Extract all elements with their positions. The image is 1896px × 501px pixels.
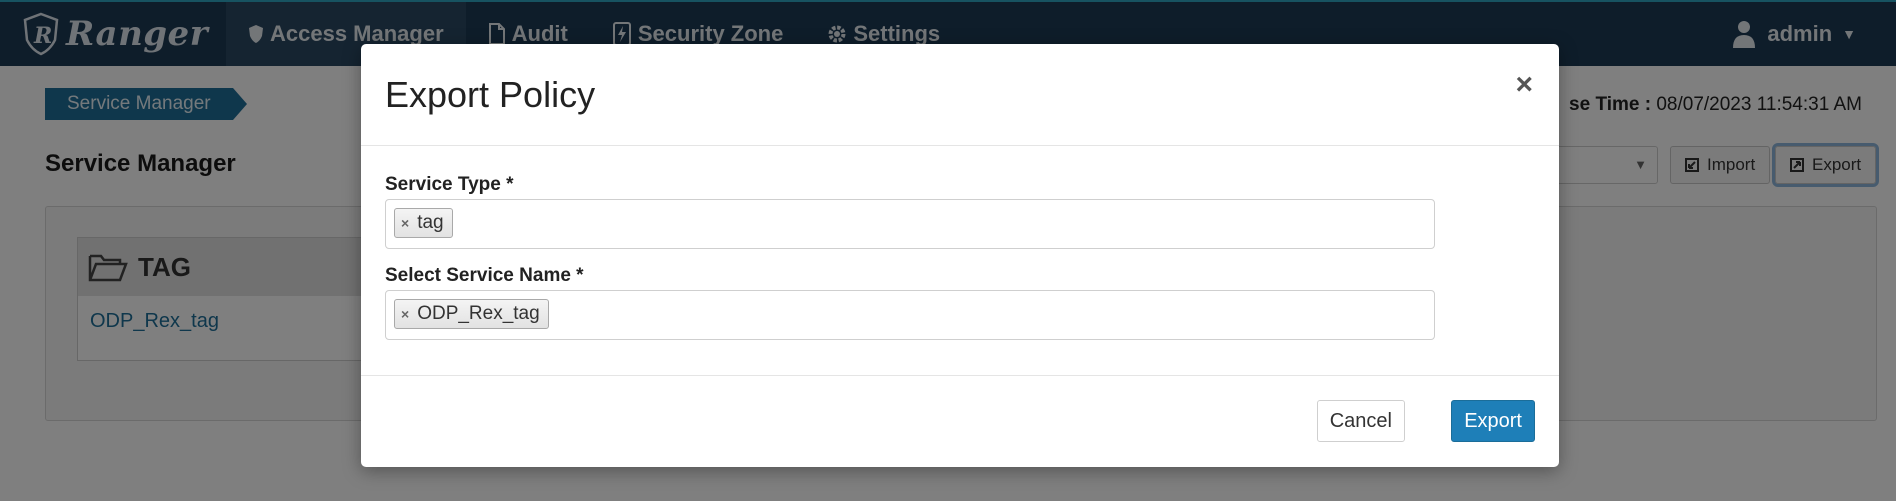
cancel-button[interactable]: Cancel [1316,400,1405,442]
service-type-input[interactable]: × tag [385,199,1435,249]
service-name-chip: × ODP_Rex_tag [394,299,549,329]
modal-footer: Cancel Export [361,375,1559,467]
service-type-chip: × tag [394,208,453,238]
modal-header: Export Policy × [361,44,1559,146]
service-type-label: Service Type * [385,174,514,195]
chip-label: tag [417,212,444,233]
service-name-input[interactable]: × ODP_Rex_tag [385,290,1435,340]
service-name-label: Select Service Name * [385,265,584,286]
chip-label: ODP_Rex_tag [417,303,540,324]
modal-title: Export Policy [385,74,596,115]
export-button[interactable]: Export [1451,400,1535,442]
chip-remove-icon[interactable]: × [401,306,409,322]
chip-remove-icon[interactable]: × [401,215,409,231]
export-policy-modal: Export Policy × Service Type * × tag Sel… [361,44,1559,467]
close-icon[interactable]: × [1515,68,1533,102]
